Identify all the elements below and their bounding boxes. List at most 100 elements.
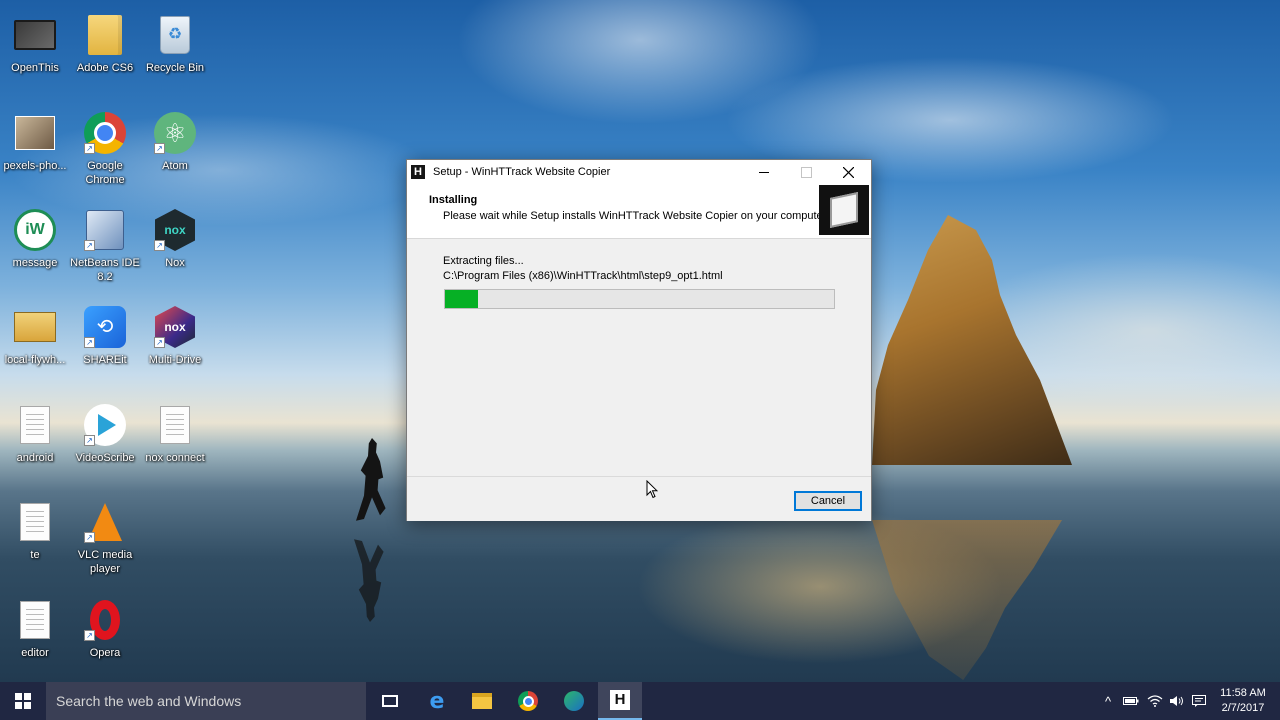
desktop-icon-editor[interactable]: editor xyxy=(0,593,70,682)
dialog-title: Setup - WinHTTrack Website Copier xyxy=(433,166,611,178)
shortcut-arrow-icon: ↗ xyxy=(84,630,95,641)
desktop-icon-label: Atom xyxy=(162,160,188,172)
installer-logo-icon xyxy=(819,185,869,235)
shortcut-arrow-icon: ↗ xyxy=(84,337,95,348)
close-icon xyxy=(842,166,854,178)
desktop-icon-label: editor xyxy=(21,647,49,659)
close-button[interactable] xyxy=(827,160,869,184)
desktop-icon-label: android xyxy=(16,452,54,464)
desktop-icon-label: SHAREit xyxy=(83,354,127,366)
winhttrack-icon: H xyxy=(610,690,630,710)
desktop-icon-label: nox connect xyxy=(145,452,205,464)
document-icon xyxy=(14,501,56,543)
desktop-icon-label: OpenThis xyxy=(11,62,59,74)
edge-button[interactable]: e xyxy=(415,682,459,720)
action-center-button[interactable] xyxy=(1188,682,1210,720)
maximize-button xyxy=(785,160,827,184)
desktop-icon-recycle-bin[interactable]: ♻ Recycle Bin xyxy=(140,8,210,98)
document-icon xyxy=(14,599,56,641)
desktop-icon-label: Google Chrome xyxy=(85,160,125,186)
multi-drive-icon: nox ↗ xyxy=(154,306,196,348)
wallpaper-runner-reflection xyxy=(354,539,384,622)
shortcut-arrow-icon: ↗ xyxy=(154,337,165,348)
atom-icon: ⚛ ↗ xyxy=(154,112,196,154)
header-title: Installing xyxy=(429,194,478,206)
battery-tray-button[interactable] xyxy=(1120,682,1142,720)
desktop-icon-google-chrome[interactable]: ↗ Google Chrome xyxy=(70,106,140,196)
desktop-icon-nox[interactable]: nox ↗ Nox xyxy=(140,203,210,293)
shortcut-arrow-icon: ↗ xyxy=(84,532,95,543)
notification-icon xyxy=(1192,695,1206,707)
volume-tray-button[interactable] xyxy=(1166,682,1188,720)
winhttrack-app-icon: H xyxy=(411,165,425,179)
desktop-icon-vlc[interactable]: ↗ VLC media player xyxy=(70,495,140,585)
shortcut-arrow-icon: ↗ xyxy=(154,240,165,251)
taskbar-clock[interactable]: 11:58 AM 2/7/2017 xyxy=(1214,686,1272,716)
vlc-icon: ↗ xyxy=(84,501,126,543)
chrome-icon xyxy=(518,691,538,711)
document-icon xyxy=(14,404,56,446)
current-file-path: C:\Program Files (x86)\WinHTTrack\html\s… xyxy=(443,270,723,282)
videoscribe-icon: ↗ xyxy=(84,404,126,446)
desktop-icon-opera[interactable]: ↗ Opera xyxy=(70,593,140,682)
wallpaper-rock xyxy=(872,215,1072,465)
windows-logo-icon xyxy=(15,693,31,709)
desktop-icon-local-flywheel[interactable]: local-flywh... xyxy=(0,300,70,390)
opera-icon: ↗ xyxy=(84,599,126,641)
dialog-titlebar[interactable]: H Setup - WinHTTrack Website Copier xyxy=(407,160,871,184)
desktop-icon-label: VLC media player xyxy=(77,549,133,575)
desktop-icon-label: Recycle Bin xyxy=(145,62,205,74)
desktop-icon-label: Opera xyxy=(89,647,121,659)
monitor-icon xyxy=(14,14,56,56)
desktop-icon-label: Adobe CS6 xyxy=(76,62,134,74)
chrome-taskbar-button[interactable] xyxy=(506,682,550,720)
chrome-icon: ↗ xyxy=(84,112,126,154)
desktop-icon-pexels-photo[interactable]: pexels-pho... xyxy=(0,106,70,196)
desktop-icon-label: message xyxy=(12,257,58,269)
wifi-tray-button[interactable] xyxy=(1144,682,1166,720)
minimize-button[interactable] xyxy=(743,160,785,184)
desktop-icon-atom[interactable]: ⚛ ↗ Atom xyxy=(140,106,210,196)
desktop-icon-message[interactable]: iW message xyxy=(0,203,70,293)
desktop-icon-android[interactable]: android xyxy=(0,398,70,488)
edge-icon: e xyxy=(429,688,445,714)
taskbar-search[interactable]: Search the web and Windows xyxy=(46,682,366,720)
task-view-button[interactable] xyxy=(368,682,412,720)
globe-taskbar-button[interactable] xyxy=(552,682,596,720)
dialog-body: Extracting files... C:\Program Files (x8… xyxy=(407,239,871,475)
shortcut-arrow-icon: ↗ xyxy=(154,143,165,154)
desktop-icon-label: Multi-Drive xyxy=(148,354,202,366)
desktop-icon-label: pexels-pho... xyxy=(3,160,67,172)
shortcut-arrow-icon: ↗ xyxy=(84,143,95,154)
setup-dialog: H Setup - WinHTTrack Website Copier Inst… xyxy=(406,159,872,521)
desktop-icon-shareit[interactable]: ⟲ ↗ SHAREit xyxy=(70,300,140,390)
volume-icon xyxy=(1170,696,1183,706)
desktop-icon-label: local-flywh... xyxy=(4,354,66,366)
desktop-icon-label: te xyxy=(30,549,40,561)
shortcut-arrow-icon: ↗ xyxy=(84,240,95,251)
desktop-icon-nox-connect[interactable]: nox connect xyxy=(140,398,210,488)
desktop-icon-videoscribe[interactable]: ↗ VideoScribe xyxy=(70,398,140,488)
book-icon xyxy=(14,306,56,348)
desktop-icon-openthis[interactable]: OpenThis xyxy=(0,8,70,98)
desktop-icon-netbeans[interactable]: ↗ NetBeans IDE 8.2 xyxy=(70,203,140,293)
search-placeholder: Search the web and Windows xyxy=(56,693,242,709)
file-explorer-icon xyxy=(472,693,492,709)
desktop-icon-te[interactable]: te xyxy=(0,495,70,585)
battery-icon xyxy=(1123,697,1139,705)
file-explorer-button[interactable] xyxy=(460,682,504,720)
chevron-up-icon: ^ xyxy=(1104,693,1112,709)
wallpaper-runner xyxy=(356,438,386,521)
show-hidden-icons-button[interactable]: ^ xyxy=(1098,682,1118,720)
progress-bar xyxy=(444,289,835,309)
wifi-icon xyxy=(1147,695,1163,707)
winhttrack-taskbar-button[interactable]: H xyxy=(598,682,642,720)
desktop-icon-label: NetBeans IDE 8.2 xyxy=(70,257,140,283)
desktop-icon-adobe-cs6[interactable]: Adobe CS6 xyxy=(70,8,140,98)
start-button[interactable] xyxy=(0,682,46,720)
desktop-icon-multi-drive[interactable]: nox ↗ Multi-Drive xyxy=(140,300,210,390)
cancel-button[interactable]: Cancel xyxy=(794,491,862,511)
progress-fill xyxy=(445,290,479,308)
iw-icon: iW xyxy=(14,209,56,251)
netbeans-icon: ↗ xyxy=(84,209,126,251)
